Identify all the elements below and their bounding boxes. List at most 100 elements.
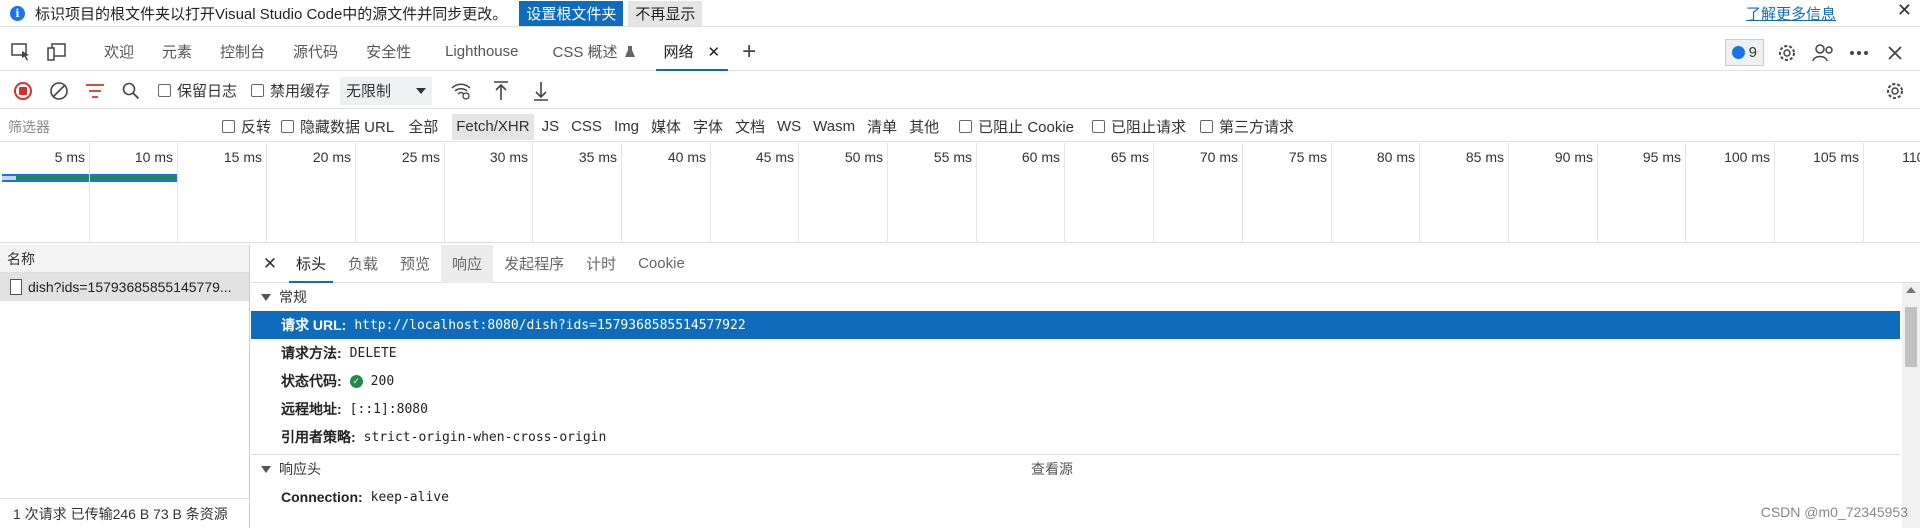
timeline-tick-line (798, 143, 799, 242)
scroll-up-arrow-icon[interactable] (1906, 287, 1916, 293)
tab-welcome[interactable]: 欢迎 (90, 33, 148, 71)
hide-data-url-label: 隐藏数据 URL (300, 119, 395, 136)
message-icon (1731, 46, 1745, 59)
filter-type-js[interactable]: JS (538, 114, 564, 140)
timeline-tick-line (1153, 143, 1154, 242)
blocked-requests-label: 已阻止请求 (1111, 119, 1187, 136)
connection-key: Connection: (281, 489, 363, 505)
tab-initiator[interactable]: 发起程序 (493, 245, 575, 283)
settings-gear-icon[interactable] (1774, 40, 1800, 66)
device-emulation-icon[interactable] (44, 39, 70, 65)
timeline-tick-label: 45 ms (755, 149, 794, 165)
timeline-tick-line (1064, 143, 1065, 242)
clear-icon[interactable] (46, 78, 72, 104)
detail-scrollbar[interactable] (1902, 283, 1920, 528)
export-har-icon[interactable] (528, 78, 554, 104)
third-party-checkbox[interactable] (1200, 120, 1214, 133)
filter-type-fetch-xhr[interactable]: Fetch/XHR (452, 113, 534, 140)
referrer-policy-row: 引用者策略: strict-origin-when-cross-origin (251, 423, 1920, 451)
timeline-tick-line (532, 143, 533, 242)
inspect-element-icon[interactable] (8, 39, 34, 65)
caret-down-icon (261, 465, 271, 473)
scroll-thumb[interactable] (1905, 307, 1917, 367)
watermark: CSDN @m0_72345953 (1760, 504, 1908, 520)
tab-response[interactable]: 响应 (441, 244, 494, 283)
third-party-toggle[interactable]: 第三方请求 (1200, 116, 1294, 137)
learn-more-link[interactable]: 了解更多信息 (1746, 3, 1836, 24)
tab-headers[interactable]: 标头 (285, 245, 337, 283)
tab-timing[interactable]: 计时 (575, 245, 627, 283)
set-root-folder-button[interactable]: 设置根文件夹 (519, 0, 624, 26)
disable-cache-toggle[interactable]: 禁用缓存 (251, 80, 330, 101)
tab-network[interactable]: 网络 ✕ (650, 33, 735, 71)
tab-lighthouse[interactable]: Lighthouse (425, 33, 538, 71)
status-ok-check-icon: ✓ (349, 374, 363, 388)
preserve-log-checkbox[interactable] (158, 84, 171, 97)
throttling-select[interactable]: 无限制 (340, 76, 433, 105)
tab-security[interactable]: 安全性 (352, 33, 425, 71)
timeline-tick-line (1685, 143, 1686, 242)
close-devtools-icon[interactable] (1882, 40, 1908, 66)
timeline-tick-label: 55 ms (933, 149, 972, 165)
tab-cookies[interactable]: Cookie (627, 245, 696, 283)
network-conditions-icon[interactable] (448, 78, 474, 104)
hide-data-url-checkbox[interactable] (281, 120, 295, 133)
filter-type-img[interactable]: Img (610, 114, 643, 140)
tab-elements[interactable]: 元素 (148, 33, 206, 71)
tab-preview[interactable]: 预览 (389, 245, 441, 283)
search-icon[interactable] (118, 78, 144, 104)
blocked-requests-checkbox[interactable] (1092, 120, 1106, 133)
close-infobar-icon[interactable]: ✕ (1897, 0, 1912, 21)
blocked-requests-toggle[interactable]: 已阻止请求 (1092, 116, 1186, 137)
network-settings-gear-icon[interactable] (1882, 78, 1908, 104)
general-section-header[interactable]: 常规 (251, 283, 1920, 311)
tab-css-overview[interactable]: CSS 概述 (538, 33, 649, 71)
filter-icon[interactable] (82, 78, 108, 104)
filter-type-manifest[interactable]: 清单 (863, 114, 901, 140)
timeline-tick-label: 110 ms (1902, 149, 1920, 165)
filter-type-font[interactable]: 字体 (689, 114, 727, 140)
preserve-log-toggle[interactable]: 保留日志 (158, 80, 237, 101)
filter-type-other[interactable]: 其他 (905, 114, 943, 140)
add-tab-icon[interactable]: + (742, 38, 756, 66)
filter-type-all[interactable]: 全部 (404, 114, 442, 140)
filter-type-wasm[interactable]: Wasm (809, 114, 859, 140)
response-headers-section-header[interactable]: 响应头 查看源 (251, 455, 1920, 483)
import-har-icon[interactable] (488, 78, 514, 104)
view-source-link[interactable]: 查看源 (1031, 459, 1073, 479)
filter-type-doc[interactable]: 文档 (731, 114, 769, 140)
timeline-tick-label: 15 ms (223, 149, 262, 165)
close-tab-icon[interactable]: ✕ (708, 43, 721, 61)
blocked-cookies-checkbox[interactable] (959, 120, 973, 133)
chevron-down-icon (416, 87, 427, 94)
disable-cache-checkbox[interactable] (251, 84, 265, 97)
tab-payload[interactable]: 负载 (337, 245, 389, 283)
dont-show-again-button[interactable]: 不再显示 (628, 0, 703, 26)
throttling-value: 无限制 (346, 83, 392, 100)
timeline-tick-line (710, 143, 711, 242)
blocked-cookies-toggle[interactable]: 已阻止 Cookie (959, 116, 1074, 137)
filter-input[interactable]: 筛选器 (0, 114, 212, 140)
issues-badge[interactable]: 9 (1724, 39, 1764, 66)
invert-toggle[interactable]: 反转 (222, 116, 271, 137)
tab-sources[interactable]: 源代码 (279, 33, 352, 71)
more-options-icon[interactable] (1846, 40, 1872, 66)
name-column-header[interactable]: 名称 (0, 245, 249, 273)
close-detail-icon[interactable]: ✕ (255, 254, 285, 274)
record-stop-icon[interactable] (10, 78, 36, 104)
detail-tabs: ✕ 标头 负载 预览 响应 发起程序 计时 Cookie (251, 244, 1920, 283)
request-row[interactable]: dish?ids=15793685855145779... (0, 273, 249, 301)
filter-type-ws[interactable]: WS (773, 114, 805, 140)
timeline-tick-line (355, 143, 356, 242)
invert-checkbox[interactable] (222, 120, 235, 133)
filter-type-css[interactable]: CSS (567, 114, 606, 140)
timeline-tick-label: 65 ms (1110, 149, 1149, 165)
timeline-overview[interactable]: 5 ms 10 ms 15 ms 20 ms 25 ms 30 ms 35 ms 40 ms 4… (0, 143, 1920, 243)
customize-profile-icon[interactable] (1810, 40, 1836, 66)
timeline-tick-label: 75 ms (1288, 149, 1327, 165)
filter-type-media[interactable]: 媒体 (647, 114, 685, 140)
status-code-key: 状态代码: (281, 373, 342, 389)
request-url-row[interactable]: 请求 URL: http://localhost:8080/dish?ids=1… (251, 311, 1900, 339)
tab-console[interactable]: 控制台 (206, 33, 279, 71)
hide-data-url-toggle[interactable]: 隐藏数据 URL (281, 116, 394, 137)
